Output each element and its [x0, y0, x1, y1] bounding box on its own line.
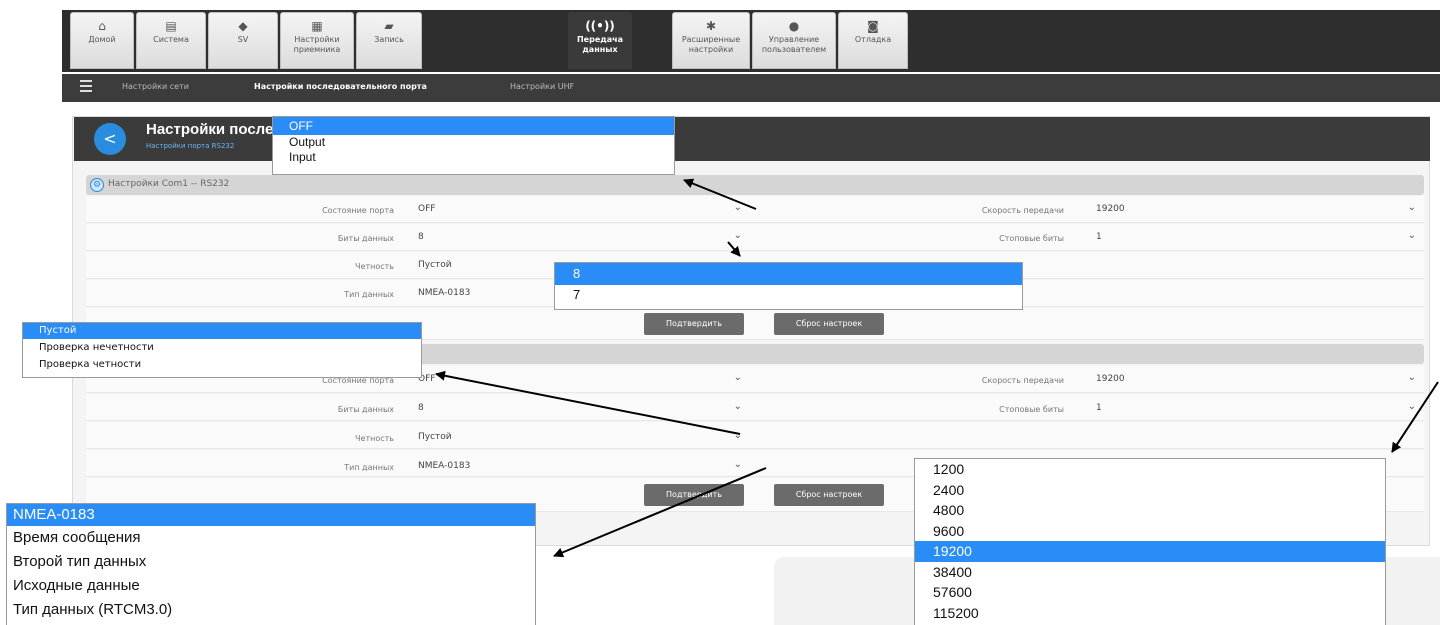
arrow-port-state [683, 178, 757, 210]
annotation-arrows [435, 178, 1439, 558]
arrow-data-type [553, 467, 767, 558]
arrow-baud-rate [1391, 381, 1439, 453]
arrow-parity [435, 370, 741, 435]
arrow-data-bits [727, 241, 741, 257]
